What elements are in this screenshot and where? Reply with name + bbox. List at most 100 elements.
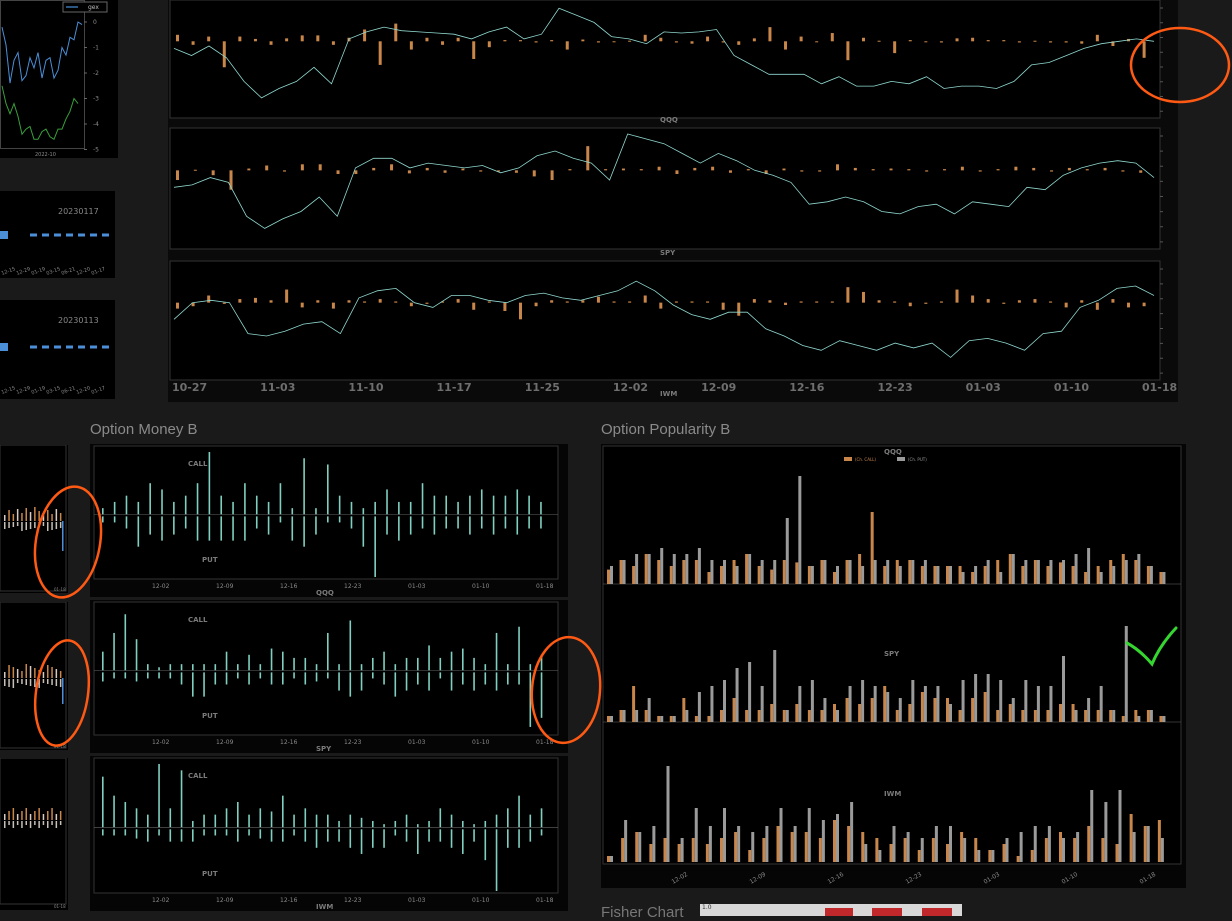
top-bar — [1080, 41, 1084, 44]
top-bar — [621, 168, 625, 171]
cut-panel-frame — [0, 758, 67, 905]
money-call-bar — [291, 508, 294, 515]
money-call-bar — [282, 651, 284, 671]
top-ticker-label: QQQ — [660, 116, 678, 124]
top-bar — [908, 302, 912, 307]
cut-bar-up — [51, 514, 53, 521]
money-call-bar — [270, 648, 273, 671]
pop-legend-call: (Ch. CALL) — [855, 457, 876, 462]
pop-put-bar — [1124, 560, 1128, 584]
pop-put-bar — [785, 710, 789, 722]
top-bar — [693, 167, 697, 171]
money-call-bar — [293, 657, 295, 671]
money-put-bar — [192, 829, 194, 842]
money-put-bar — [113, 516, 116, 523]
pop-call-bar — [895, 560, 899, 584]
cut-bar-down — [34, 821, 36, 825]
top-bar — [285, 38, 289, 42]
pop-put-bar — [1049, 686, 1053, 722]
money-x-tick: 01-18 — [536, 583, 554, 590]
top-bar — [378, 299, 382, 303]
money-call-bar — [372, 657, 374, 671]
top-bar — [955, 38, 959, 42]
pop-call-bar — [804, 832, 808, 862]
top-bar — [1033, 299, 1037, 303]
money-call-bar — [192, 664, 194, 671]
money-put-bar — [267, 516, 270, 535]
pop-call-bar — [917, 850, 921, 862]
pop-call-bar — [757, 566, 761, 584]
pop-call-bar — [931, 838, 935, 862]
top-x-tick: 11-17 — [437, 381, 472, 394]
pop-call-bar — [870, 512, 874, 584]
money-call-bar — [540, 654, 543, 671]
pop-put-bar — [672, 554, 676, 584]
money-call-bar — [518, 795, 520, 828]
top-bar — [269, 300, 273, 303]
pop-put-bar — [1124, 626, 1128, 722]
cut-bar-up — [16, 669, 19, 678]
top-bar — [877, 40, 881, 42]
pop-call-bar — [1109, 560, 1113, 584]
money-call-bar — [203, 664, 205, 671]
pop-put-bar — [974, 566, 978, 584]
top-bar — [518, 302, 522, 320]
top-bar — [316, 35, 320, 42]
pop-call-bar — [669, 716, 673, 722]
money-put-bar — [173, 516, 175, 535]
top-bar — [596, 41, 600, 43]
top-bar — [347, 300, 351, 303]
cut-bar-down — [59, 522, 62, 528]
top-bar — [534, 302, 538, 307]
top-bar — [893, 41, 897, 54]
money-put-bar — [102, 829, 104, 836]
pop-put-bar — [765, 826, 769, 862]
left-cut-2-svg: 01-18 — [0, 602, 67, 749]
money-put-bar — [125, 516, 128, 529]
cut-bar-down — [51, 821, 53, 825]
top-bar — [861, 291, 865, 303]
money-call-bar — [135, 808, 138, 828]
top-x-tick: 11-03 — [260, 381, 295, 394]
money-call-bar — [124, 614, 127, 671]
pop-put-bar — [1137, 554, 1141, 584]
pop-call-bar — [818, 838, 822, 862]
pop-call-bar — [895, 710, 899, 722]
top-bar — [1014, 166, 1018, 171]
pop-call-bar — [1084, 572, 1088, 584]
pop-put-bar — [685, 710, 689, 722]
top-bar — [924, 41, 928, 43]
pop-call-bar — [908, 560, 912, 584]
money-call-bar — [457, 501, 459, 515]
money-put-bar — [244, 516, 246, 541]
money-put-bar — [293, 829, 295, 836]
money-frame — [93, 757, 559, 894]
pop-put-bar — [1036, 560, 1040, 584]
pop-call-bar — [958, 710, 962, 722]
top-bar — [1139, 170, 1143, 173]
money-x-tick: 12-16 — [280, 583, 298, 590]
expiry-x-tick: 12-20 — [76, 266, 92, 277]
pop-call-bar — [1101, 838, 1105, 862]
money-put-bar — [327, 672, 329, 679]
top-bar — [978, 170, 982, 172]
pop-put-bar — [622, 560, 626, 584]
pop-call-bar — [1059, 832, 1062, 862]
gex-legend-label: gex — [88, 4, 99, 11]
top-x-tick: 01-10 — [1054, 381, 1090, 394]
top-bar — [960, 166, 964, 171]
pop-put-bar — [1049, 560, 1053, 584]
top-bar — [711, 166, 715, 171]
money-put-bar — [303, 516, 305, 547]
pop-call-bar — [669, 566, 673, 584]
pop-put-bar — [873, 560, 877, 584]
pop-call-bar — [1134, 560, 1138, 584]
pop-call-bar — [988, 850, 992, 862]
money-call-bar — [433, 495, 436, 515]
pop-put-bar — [923, 560, 927, 584]
money-put-bar — [417, 829, 419, 854]
pop-call-bar — [734, 832, 738, 862]
top-bar — [1002, 40, 1006, 42]
expiry-x-tick: 01-17 — [91, 385, 107, 396]
top-bar — [659, 37, 663, 42]
